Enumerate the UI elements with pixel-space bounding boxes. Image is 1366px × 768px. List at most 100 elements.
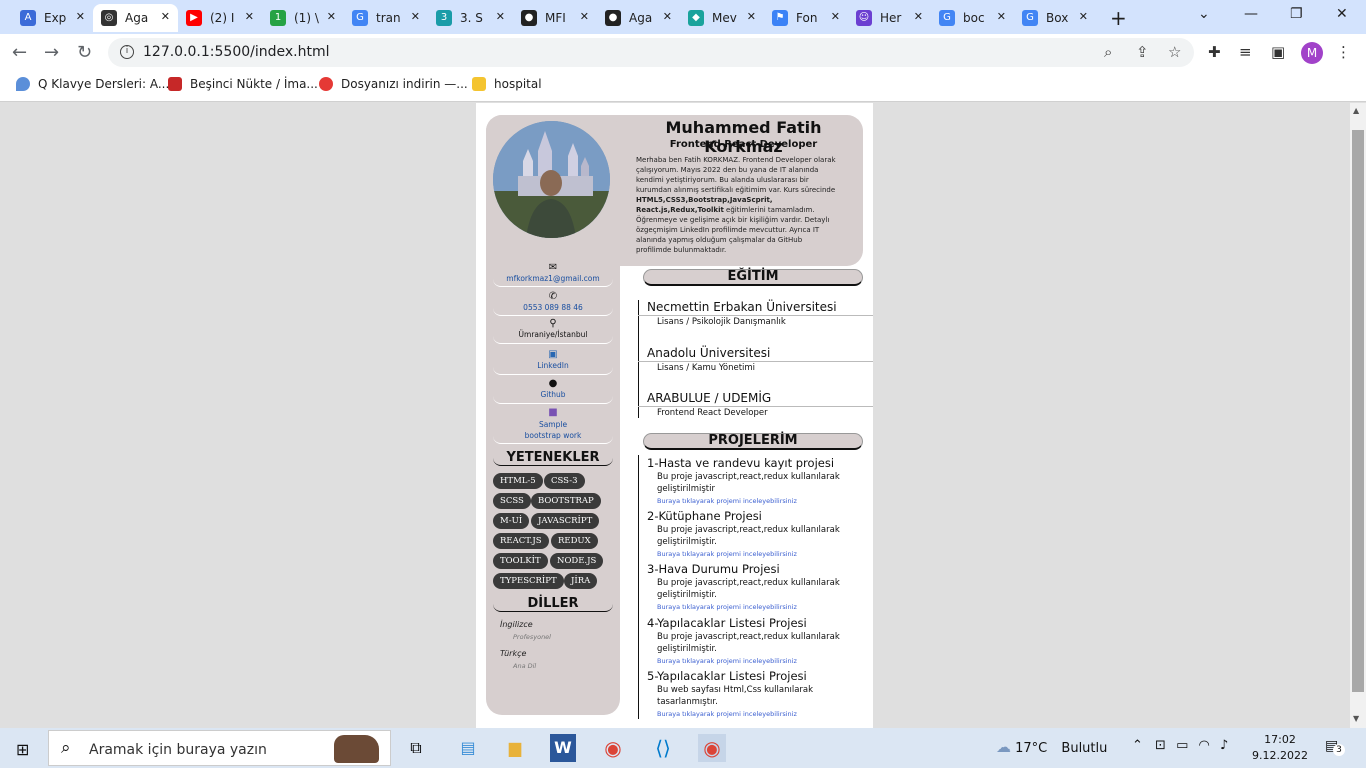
contact-phone[interactable]: ✆ 0553 089 88 46 <box>493 291 613 316</box>
reload-icon[interactable]: ↻ <box>77 42 92 63</box>
browser-tab[interactable]: ● MFI ✕ <box>513 4 597 32</box>
tab-close-icon[interactable]: ✕ <box>76 10 85 23</box>
browser-tab[interactable]: ☺ Her ✕ <box>848 4 931 32</box>
taskbar-clock[interactable]: 17:02 9.12.2022 <box>1252 732 1308 764</box>
tab-favicon-icon: ● <box>605 10 621 26</box>
tab-close-icon[interactable]: ✕ <box>914 10 923 23</box>
tab-close-icon[interactable]: ✕ <box>580 10 589 23</box>
tab-close-icon[interactable]: ✕ <box>747 10 756 23</box>
bookmark-star-icon[interactable]: ☆ <box>1168 43 1181 61</box>
email-text[interactable]: mfkorkmaz1@gmail.com <box>506 274 599 283</box>
browser-tab[interactable]: 3 3. S ✕ <box>428 4 513 32</box>
windows-start-icon[interactable]: ⊞ <box>16 740 29 759</box>
wifi-icon[interactable]: ◠ <box>1199 738 1210 753</box>
vscode-icon[interactable]: ⟨⟩ <box>649 734 677 762</box>
github-link[interactable]: Github <box>540 390 565 399</box>
notifications-button[interactable]: ▤ 3 <box>1325 738 1345 756</box>
search-placeholder[interactable]: Aramak için buraya yazın <box>89 742 267 758</box>
scroll-up-arrow-icon[interactable]: ▲ <box>1353 106 1359 115</box>
bookmark-folder[interactable]: hospital <box>472 77 542 91</box>
word-icon[interactable]: W <box>550 734 576 762</box>
contact-email[interactable]: ✉ mfkorkmaz1@gmail.com <box>493 262 613 287</box>
project-link[interactable]: Buraya tıklayarak projemi inceleyebilirs… <box>657 657 797 665</box>
bookmark-item[interactable]: Q Klavye Dersleri: A... <box>16 77 169 91</box>
profile-avatar[interactable]: M <box>1301 42 1323 64</box>
media-control-icon[interactable]: ≡ <box>1239 43 1252 61</box>
extensions-icon[interactable]: ✚ <box>1208 43 1221 61</box>
tab-close-icon[interactable]: ✕ <box>411 10 420 23</box>
project-link[interactable]: Buraya tıklayarak projemi inceleyebilirs… <box>657 603 797 611</box>
url-text[interactable]: 127.0.0.1:5500/index.html <box>143 44 330 60</box>
new-tab-button[interactable]: + <box>1110 6 1127 30</box>
chrome-profile-icon[interactable]: ◉ <box>698 734 726 762</box>
tab-close-icon[interactable]: ✕ <box>496 10 505 23</box>
volume-icon[interactable]: ♪ <box>1220 738 1228 753</box>
back-icon[interactable]: ← <box>12 42 27 63</box>
bookmark-item[interactable]: Beşinci Nükte / İma... <box>168 77 318 91</box>
browser-tab[interactable]: Gtran ✕ <box>344 4 428 32</box>
app-icon[interactable]: ▤ <box>454 734 482 762</box>
tab-close-icon[interactable]: ✕ <box>1079 10 1088 23</box>
notification-count: 3 <box>1333 744 1345 756</box>
tab-close-icon[interactable]: ✕ <box>161 10 170 23</box>
browser-tab[interactable]: ⚑ Fon ✕ <box>764 4 848 32</box>
tab-close-icon[interactable]: ✕ <box>997 10 1006 23</box>
browser-tab[interactable]: ◎ Aga ✕ <box>93 4 178 32</box>
forward-icon[interactable]: → <box>44 42 59 63</box>
chrome-icon[interactable]: ◉ <box>599 734 627 762</box>
zoom-search-icon[interactable]: ⌕ <box>1104 43 1112 61</box>
divider <box>638 406 873 407</box>
browser-tab[interactable]: A Exp ✕ <box>12 4 93 32</box>
weather-widget[interactable]: ☁ 17°C Bulutlu <box>996 738 1107 756</box>
scrollbar-thumb[interactable] <box>1352 130 1364 692</box>
skill-chip: SCSS <box>493 493 531 509</box>
taskbar-search-box[interactable]: ⌕ Aramak için buraya yazın <box>48 730 391 766</box>
sample-link-2[interactable]: bootstrap work <box>525 431 582 440</box>
project-desc: Bu proje javascript,react,redux kullanıl… <box>657 472 840 494</box>
browser-tab[interactable]: ◆ Mev ✕ <box>680 4 764 32</box>
degree-text: Frontend React Developer <box>657 408 768 418</box>
meet-icon[interactable]: ⊡ <box>1155 738 1166 753</box>
browser-tab[interactable]: Gboc ✕ <box>931 4 1014 32</box>
address-bar[interactable]: i 127.0.0.1:5500/index.html ⌕ ⇪ ☆ <box>108 38 1194 67</box>
sample-link[interactable]: Sample <box>539 420 567 429</box>
project-link[interactable]: Buraya tıklayarak projemi inceleyebilirs… <box>657 710 797 718</box>
file-explorer-icon[interactable]: ▆ <box>501 734 529 762</box>
tab-close-icon[interactable]: ✕ <box>327 10 336 23</box>
share-icon[interactable]: ⇪ <box>1136 43 1149 61</box>
battery-icon[interactable]: ▭ <box>1176 738 1188 753</box>
download-site-icon <box>319 77 333 91</box>
close-window-button[interactable]: ✕ <box>1336 6 1348 22</box>
tab-close-icon[interactable]: ✕ <box>831 10 840 23</box>
contact-linkedin[interactable]: ▣ LinkedIn <box>493 349 613 375</box>
restore-button[interactable]: ❐ <box>1290 6 1303 22</box>
contact-sample[interactable]: ■ Sample bootstrap work <box>493 407 613 444</box>
browser-tab[interactable]: 1 (1) \ ✕ <box>262 4 344 32</box>
contact-github[interactable]: ● Github <box>493 378 613 404</box>
menu-icon[interactable]: ⋮ <box>1336 43 1351 61</box>
browser-tab[interactable]: G Box ✕ <box>1014 4 1096 32</box>
weather-text: Bulutlu <box>1061 741 1108 756</box>
project-link[interactable]: Buraya tıklayarak projemi inceleyebilirs… <box>657 550 797 558</box>
education-heading: EĞİTİM <box>643 269 863 286</box>
tab-close-icon[interactable]: ✕ <box>245 10 254 23</box>
tab-search-icon[interactable]: ⌄ <box>1198 6 1210 22</box>
project-desc: Bu proje javascript,react,redux kullanıl… <box>657 632 840 654</box>
windows-taskbar: ⊞ ⌕ Aramak için buraya yazın ⧉ ▤ ▆ W ◉ ⟨… <box>0 728 1366 768</box>
phone-text[interactable]: 0553 089 88 46 <box>523 303 583 312</box>
project-link[interactable]: Buraya tıklayarak projemi inceleyebilirs… <box>657 497 797 505</box>
scroll-down-arrow-icon[interactable]: ▼ <box>1353 714 1359 723</box>
minimize-button[interactable]: — <box>1244 6 1258 22</box>
envelope-icon: ✉ <box>548 262 558 273</box>
bookmark-item[interactable]: Dosyanızı indirin —... <box>319 77 468 91</box>
chevron-up-icon[interactable]: ⌃ <box>1132 738 1143 753</box>
task-view-icon[interactable]: ⧉ <box>402 734 430 762</box>
info-icon[interactable]: i <box>120 45 134 59</box>
tab-close-icon[interactable]: ✕ <box>663 10 672 23</box>
browser-tab[interactable]: ● Aga ✕ <box>597 4 680 32</box>
browser-tab[interactable]: ▶ (2) I ✕ <box>178 4 262 32</box>
language-name: Türkçe <box>500 649 527 658</box>
linkedin-link[interactable]: LinkedIn <box>537 361 568 370</box>
tab-strip: A Exp ✕ ◎ Aga ✕ ▶ (2) I ✕ 1 (1) \ ✕ Gtran ✕ 3 3. S ✕ ● MFI… <box>0 0 1366 34</box>
side-panel-icon[interactable]: ▣ <box>1271 43 1285 61</box>
